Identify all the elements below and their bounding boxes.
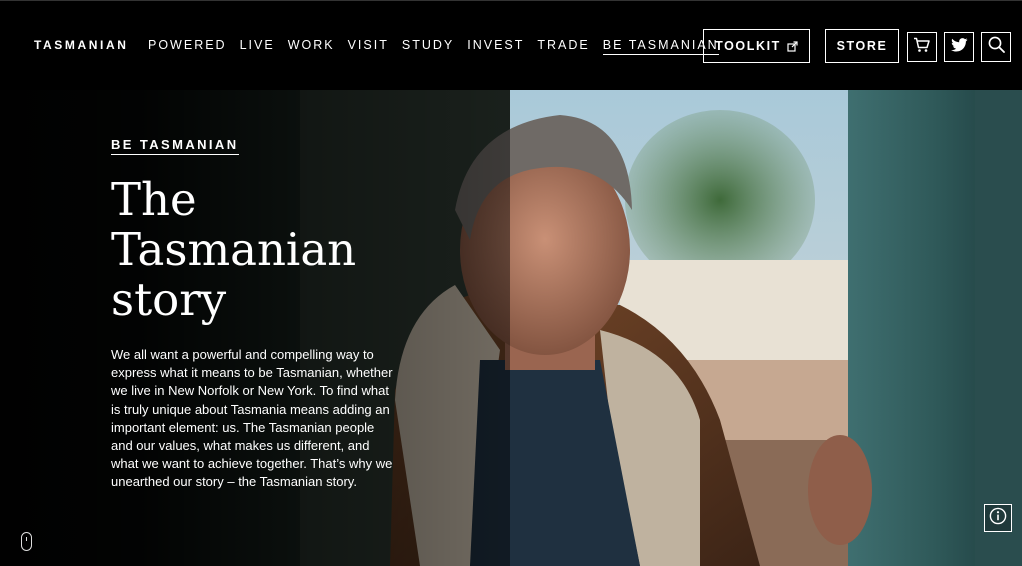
external-link-icon xyxy=(787,40,798,52)
page-title-line: Tasmanian xyxy=(111,223,357,276)
hero-section: BE TASMANIAN The Tasmanian story We all … xyxy=(0,90,1022,566)
toolkit-button-label: TOOLKIT xyxy=(715,39,781,53)
nav-item-work[interactable]: WORK xyxy=(288,38,335,55)
search-button[interactable] xyxy=(981,32,1011,62)
info-icon xyxy=(989,507,1007,530)
page-title: The Tasmanian story xyxy=(111,175,431,325)
twitter-icon xyxy=(950,37,968,57)
intro-paragraph: We all want a powerful and compelling wa… xyxy=(111,347,393,490)
brand-logo[interactable]: TASMANIAN xyxy=(34,38,129,52)
main-nav: POWERED LIVE WORK VISIT STUDY INVEST TRA… xyxy=(148,38,732,55)
store-button[interactable]: STORE xyxy=(825,29,899,63)
nav-item-powered[interactable]: POWERED xyxy=(148,38,227,55)
mouse-scroll-icon[interactable] xyxy=(21,532,32,551)
section-eyebrow-link[interactable]: BE TASMANIAN xyxy=(111,137,239,155)
toolkit-button[interactable]: TOOLKIT xyxy=(703,29,810,63)
page-title-line: The xyxy=(111,173,197,226)
page-title-line: story xyxy=(111,273,227,326)
nav-item-trade[interactable]: TRADE xyxy=(537,38,589,55)
twitter-button[interactable] xyxy=(944,32,974,62)
nav-item-live[interactable]: LIVE xyxy=(240,38,275,55)
nav-item-visit[interactable]: VISIT xyxy=(348,38,389,55)
nav-item-be-tasmanian[interactable]: BE TASMANIAN xyxy=(602,38,719,55)
info-button[interactable] xyxy=(984,504,1012,532)
hero-text-overlay xyxy=(0,90,510,566)
nav-item-study[interactable]: STUDY xyxy=(402,38,454,55)
cart-button[interactable] xyxy=(907,32,937,62)
top-navigation-bar: TASMANIAN POWERED LIVE WORK VISIT STUDY … xyxy=(0,0,1022,90)
search-icon xyxy=(988,36,1005,58)
nav-item-invest[interactable]: INVEST xyxy=(467,38,524,55)
cart-icon xyxy=(913,37,931,58)
